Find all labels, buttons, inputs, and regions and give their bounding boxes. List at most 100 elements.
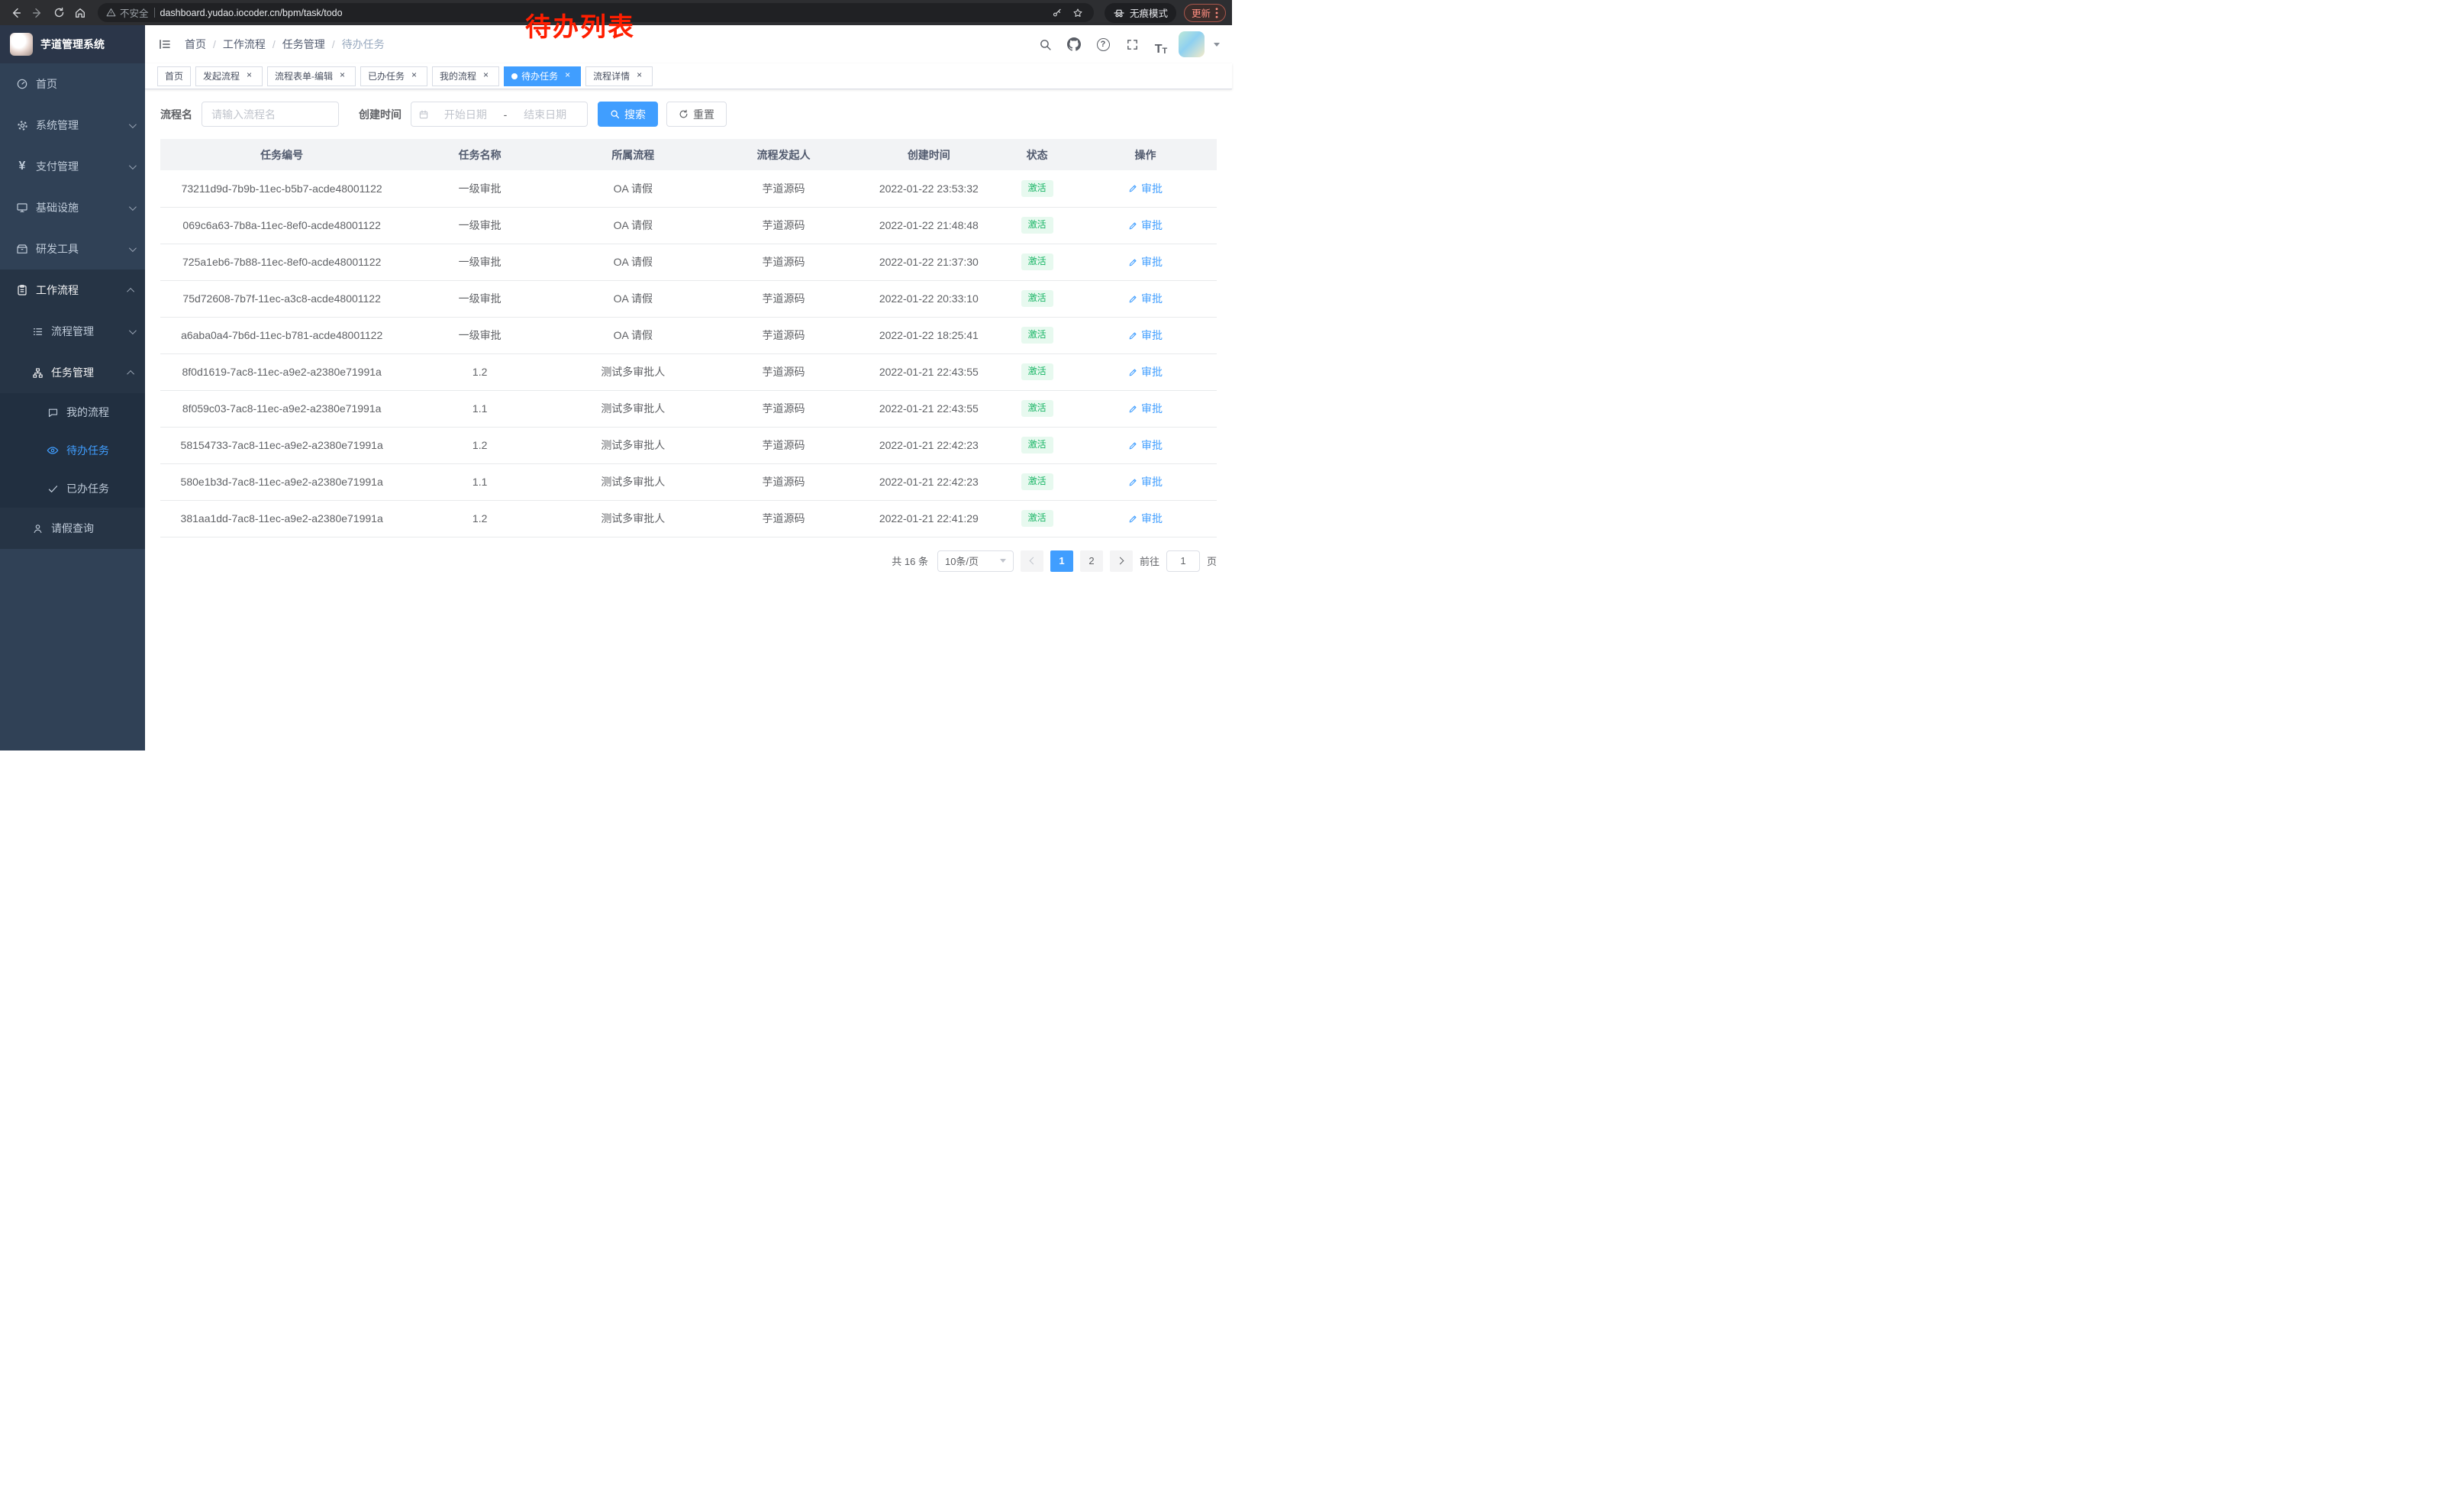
warning-icon: [106, 8, 116, 18]
tab-start-process[interactable]: 发起流程 ×: [195, 66, 263, 86]
page-number-1[interactable]: 1: [1050, 550, 1073, 572]
created-time-cell: 2022-01-22 18:25:41: [857, 317, 1000, 353]
status-badge: 激活: [1021, 217, 1053, 234]
table-row: 580e1b3d-7ac8-11ec-a9e2-a2380e71991a 1.1…: [160, 463, 1217, 500]
tab-my-process[interactable]: 我的流程 ×: [432, 66, 499, 86]
avatar-caret-icon[interactable]: [1214, 43, 1220, 47]
help-button[interactable]: ?: [1092, 33, 1114, 56]
status-badge: 激活: [1021, 290, 1053, 307]
task-name-cell: 1.2: [403, 353, 556, 390]
approve-button[interactable]: 审批: [1128, 437, 1163, 453]
font-size-icon: T: [1155, 44, 1163, 56]
user-avatar[interactable]: [1179, 31, 1205, 57]
task-id-cell: 069c6a63-7b8a-11ec-8ef0-acde48001122: [160, 207, 403, 244]
sidebar-item-workflow[interactable]: 工作流程: [0, 270, 145, 311]
browser-back-button[interactable]: [6, 3, 26, 23]
status-cell: 激活: [1000, 170, 1074, 207]
page-size-select[interactable]: 10条/页: [937, 550, 1014, 572]
date-range-picker[interactable]: -: [411, 102, 588, 127]
todo-task-table: 任务编号 任务名称 所属流程 流程发起人 创建时间 状态 操作 73211d9d…: [160, 139, 1217, 537]
sidebar-item-label: 请假查询: [51, 521, 94, 536]
reset-button[interactable]: 重置: [666, 102, 727, 127]
breadcrumb-task-mgmt[interactable]: 任务管理: [282, 37, 325, 52]
end-date-input[interactable]: [510, 108, 580, 121]
bookmark-star-button[interactable]: [1070, 5, 1085, 21]
sidebar-item-task-mgmt[interactable]: 任务管理: [0, 352, 145, 393]
tab-close-icon[interactable]: ×: [408, 70, 420, 82]
goto-page-input[interactable]: [1166, 550, 1200, 572]
browser-reload-button[interactable]: [49, 3, 69, 23]
created-time-cell: 2022-01-22 23:53:32: [857, 170, 1000, 207]
password-key-button[interactable]: [1050, 5, 1065, 21]
table-row: 069c6a63-7b8a-11ec-8ef0-acde48001122 一级审…: [160, 207, 1217, 244]
browser-update-button[interactable]: 更新: [1184, 4, 1226, 22]
goto-label: 前往: [1140, 554, 1159, 568]
font-size-button[interactable]: TT: [1150, 33, 1172, 56]
approve-button[interactable]: 审批: [1128, 511, 1163, 526]
sidebar-item-leave-query[interactable]: 请假查询: [0, 508, 145, 549]
address-bar[interactable]: 不安全 dashboard.yudao.iocoder.cn/bpm/task/…: [98, 3, 1094, 22]
chevron-up-icon: [127, 287, 134, 295]
created-time-cell: 2022-01-21 22:42:23: [857, 427, 1000, 463]
tab-close-icon[interactable]: ×: [480, 70, 492, 82]
tab-close-icon[interactable]: ×: [243, 70, 255, 82]
search-button[interactable]: 搜索: [598, 102, 658, 127]
breadcrumb-home[interactable]: 首页: [185, 37, 206, 52]
approve-button[interactable]: 审批: [1128, 474, 1163, 489]
edit-icon: [1128, 477, 1138, 487]
process-name-input[interactable]: [202, 102, 339, 127]
tab-close-icon[interactable]: ×: [634, 70, 645, 82]
approve-button[interactable]: 审批: [1128, 218, 1163, 233]
tab-home[interactable]: 首页: [157, 66, 191, 86]
security-indicator[interactable]: 不安全: [106, 5, 149, 20]
next-page-button[interactable]: [1110, 550, 1133, 572]
tab-close-icon[interactable]: ×: [562, 70, 573, 82]
fullscreen-button[interactable]: [1121, 33, 1143, 56]
approve-button[interactable]: 审批: [1128, 401, 1163, 416]
task-name-cell: 一级审批: [403, 280, 556, 317]
approve-button[interactable]: 审批: [1128, 254, 1163, 270]
tab-form-edit[interactable]: 流程表单-编辑 ×: [267, 66, 356, 86]
sidebar-item-payment-mgmt[interactable]: ¥ 支付管理: [0, 146, 145, 187]
status-cell: 激活: [1000, 317, 1074, 353]
sidebar-toggle-button[interactable]: [157, 37, 173, 51]
github-button[interactable]: [1063, 33, 1085, 56]
table-row: 381aa1dd-7ac8-11ec-a9e2-a2380e71991a 1.2…: [160, 500, 1217, 537]
toolbox-icon: [15, 242, 29, 256]
sidebar-item-home[interactable]: 首页: [0, 63, 145, 105]
page-number-2[interactable]: 2: [1080, 550, 1103, 572]
approve-button[interactable]: 审批: [1128, 291, 1163, 306]
header-search-button[interactable]: [1034, 33, 1056, 56]
app-logo[interactable]: 芋道管理系统: [0, 25, 145, 63]
sidebar-item-my-process[interactable]: 我的流程: [0, 393, 145, 431]
status-badge: 激活: [1021, 437, 1053, 454]
sidebar-item-done-tasks[interactable]: 已办任务: [0, 470, 145, 508]
approve-button[interactable]: 审批: [1128, 328, 1163, 343]
kebab-menu-icon: [1215, 8, 1218, 18]
home-icon: [74, 7, 86, 19]
tags-view: 首页 发起流程 × 流程表单-编辑 × 已办任务 × 我的流程 ×: [145, 63, 1232, 89]
browser-forward-button[interactable]: [27, 3, 47, 23]
breadcrumb-workflow[interactable]: 工作流程: [223, 37, 266, 52]
breadcrumb: 首页 / 工作流程 / 任务管理 / 待办任务: [185, 37, 385, 52]
tab-process-detail[interactable]: 流程详情 ×: [585, 66, 653, 86]
prev-page-button[interactable]: [1021, 550, 1043, 572]
task-name-cell: 一级审批: [403, 244, 556, 280]
chevron-down-icon: [129, 244, 137, 252]
initiator-cell: 芋道源码: [710, 280, 858, 317]
status-badge: 激活: [1021, 400, 1053, 417]
browser-home-button[interactable]: [70, 3, 90, 23]
sidebar-item-todo-tasks[interactable]: 待办任务: [0, 431, 145, 470]
tab-done-tasks[interactable]: 已办任务 ×: [360, 66, 427, 86]
process-cell: OA 请假: [556, 207, 710, 244]
approve-button[interactable]: 审批: [1128, 364, 1163, 379]
security-label: 不安全: [120, 5, 149, 20]
sidebar-item-process-mgmt[interactable]: 流程管理: [0, 311, 145, 352]
approve-button[interactable]: 审批: [1128, 181, 1163, 196]
start-date-input[interactable]: [431, 108, 501, 121]
sidebar-item-system-mgmt[interactable]: 系统管理: [0, 105, 145, 146]
sidebar-item-dev-tools[interactable]: 研发工具: [0, 228, 145, 270]
tab-todo-tasks[interactable]: 待办任务 ×: [504, 66, 581, 86]
tab-close-icon[interactable]: ×: [337, 70, 348, 82]
sidebar-item-infrastructure[interactable]: 基础设施: [0, 187, 145, 228]
